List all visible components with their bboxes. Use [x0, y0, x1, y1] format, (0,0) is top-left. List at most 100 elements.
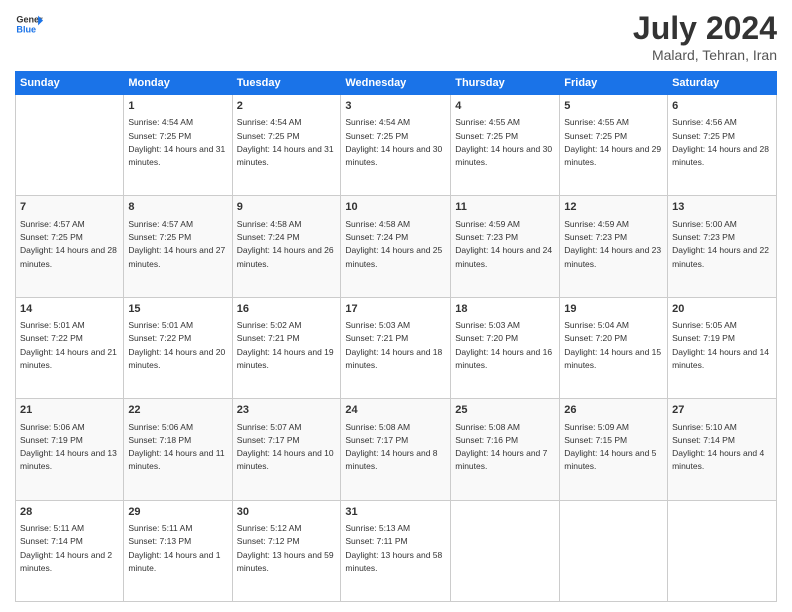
cell-info: Sunrise: 5:08 AMSunset: 7:17 PMDaylight:…: [345, 422, 437, 472]
calendar-cell: [451, 500, 560, 601]
cell-info: Sunrise: 5:01 AMSunset: 7:22 PMDaylight:…: [20, 320, 117, 370]
date-number: 15: [128, 302, 227, 317]
date-number: 18: [455, 302, 555, 317]
cell-info: Sunrise: 5:08 AMSunset: 7:16 PMDaylight:…: [455, 422, 547, 472]
calendar-cell: [668, 500, 777, 601]
date-number: 9: [237, 200, 337, 215]
date-number: 2: [237, 99, 337, 114]
calendar-cell: 23 Sunrise: 5:07 AMSunset: 7:17 PMDayligh…: [232, 399, 341, 500]
date-number: 10: [345, 200, 446, 215]
calendar-week-row: 14Sunrise: 5:01 AMSunset: 7:22 PMDayligh…: [16, 297, 777, 398]
date-number: 25: [455, 403, 555, 418]
cell-info: Sunrise: 5:04 AMSunset: 7:20 PMDaylight:…: [564, 320, 661, 370]
calendar-cell: 31 Sunrise: 5:13 AMSunset: 7:11 PMDayligh…: [341, 500, 451, 601]
cell-info: Sunrise: 5:05 AMSunset: 7:19 PMDaylight:…: [672, 320, 769, 370]
calendar-cell: 12 Sunrise: 4:59 AMSunset: 7:23 PMDayligh…: [560, 196, 668, 297]
calendar-cell: 18 Sunrise: 5:03 AMSunset: 7:20 PMDayligh…: [451, 297, 560, 398]
date-number: 3: [345, 99, 446, 114]
date-number: 17: [345, 302, 446, 317]
calendar-cell: 6Sunrise: 4:56 AMSunset: 7:25 PMDaylight…: [668, 95, 777, 196]
title-block: July 2024 Malard, Tehran, Iran: [633, 10, 777, 63]
date-number: 5: [564, 99, 663, 114]
date-number: 26: [564, 403, 663, 418]
date-number: 30: [237, 505, 337, 520]
calendar-cell: 19 Sunrise: 5:04 AMSunset: 7:20 PMDayligh…: [560, 297, 668, 398]
date-number: 13: [672, 200, 772, 215]
calendar-cell: 15 Sunrise: 5:01 AMSunset: 7:22 PMDayligh…: [124, 297, 232, 398]
cell-info: Sunrise: 5:01 AMSunset: 7:22 PMDaylight:…: [128, 320, 225, 370]
cell-info: Sunrise: 4:59 AMSunset: 7:23 PMDaylight:…: [564, 219, 661, 269]
calendar-cell: 16 Sunrise: 5:02 AMSunset: 7:21 PMDayligh…: [232, 297, 341, 398]
cell-info: Sunrise: 5:10 AMSunset: 7:14 PMDaylight:…: [672, 422, 764, 472]
date-number: 11: [455, 200, 555, 215]
weekday-header: Thursday: [451, 72, 560, 95]
calendar-cell: 1Sunrise: 4:54 AMSunset: 7:25 PMDaylight…: [124, 95, 232, 196]
calendar-week-row: 21 Sunrise: 5:06 AMSunset: 7:19 PMDayligh…: [16, 399, 777, 500]
cell-info: Sunrise: 5:11 AMSunset: 7:13 PMDaylight:…: [128, 523, 220, 573]
weekday-header: Sunday: [16, 72, 124, 95]
cell-info: Sunrise: 5:06 AMSunset: 7:19 PMDaylight:…: [20, 422, 117, 472]
cell-info: Sunrise: 4:57 AMSunset: 7:25 PMDaylight:…: [128, 219, 225, 269]
date-number: 1: [128, 99, 227, 114]
calendar-cell: 27Sunrise: 5:10 AMSunset: 7:14 PMDayligh…: [668, 399, 777, 500]
calendar-cell: 20 Sunrise: 5:05 AMSunset: 7:19 PMDayligh…: [668, 297, 777, 398]
cell-info: Sunrise: 4:57 AMSunset: 7:25 PMDaylight:…: [20, 219, 117, 269]
calendar-cell: 28 Sunrise: 5:11 AMSunset: 7:14 PMDayligh…: [16, 500, 124, 601]
date-number: 8: [128, 200, 227, 215]
calendar-cell: [560, 500, 668, 601]
date-number: 7: [20, 200, 119, 215]
calendar-week-row: 7 Sunrise: 4:57 AMSunset: 7:25 PMDaylight…: [16, 196, 777, 297]
calendar-cell: 5Sunrise: 4:55 AMSunset: 7:25 PMDaylight…: [560, 95, 668, 196]
calendar-table: SundayMondayTuesdayWednesdayThursdayFrid…: [15, 71, 777, 602]
calendar-cell: 8 Sunrise: 4:57 AMSunset: 7:25 PMDaylight…: [124, 196, 232, 297]
location: Malard, Tehran, Iran: [633, 47, 777, 63]
date-number: 12: [564, 200, 663, 215]
calendar-cell: 2 Sunrise: 4:54 AMSunset: 7:25 PMDaylight…: [232, 95, 341, 196]
header: General Blue July 2024 Malard, Tehran, I…: [15, 10, 777, 63]
calendar-week-row: 28 Sunrise: 5:11 AMSunset: 7:14 PMDayligh…: [16, 500, 777, 601]
weekday-header: Saturday: [668, 72, 777, 95]
calendar-cell: 4Sunrise: 4:55 AMSunset: 7:25 PMDaylight…: [451, 95, 560, 196]
weekday-header: Friday: [560, 72, 668, 95]
date-number: 31: [345, 505, 446, 520]
calendar-cell: 21 Sunrise: 5:06 AMSunset: 7:19 PMDayligh…: [16, 399, 124, 500]
logo: General Blue: [15, 10, 43, 38]
date-number: 23: [237, 403, 337, 418]
date-number: 19: [564, 302, 663, 317]
date-number: 20: [672, 302, 772, 317]
calendar-cell: 14Sunrise: 5:01 AMSunset: 7:22 PMDayligh…: [16, 297, 124, 398]
calendar-cell: 17 Sunrise: 5:03 AMSunset: 7:21 PMDayligh…: [341, 297, 451, 398]
date-number: 16: [237, 302, 337, 317]
cell-info: Sunrise: 5:07 AMSunset: 7:17 PMDaylight:…: [237, 422, 334, 472]
cell-info: Sunrise: 5:02 AMSunset: 7:21 PMDaylight:…: [237, 320, 334, 370]
date-number: 22: [128, 403, 227, 418]
calendar-cell: 7 Sunrise: 4:57 AMSunset: 7:25 PMDaylight…: [16, 196, 124, 297]
date-number: 24: [345, 403, 446, 418]
calendar-cell: 25 Sunrise: 5:08 AMSunset: 7:16 PMDayligh…: [451, 399, 560, 500]
cell-info: Sunrise: 4:54 AMSunset: 7:25 PMDaylight:…: [345, 117, 442, 167]
cell-info: Sunrise: 5:03 AMSunset: 7:21 PMDaylight:…: [345, 320, 442, 370]
calendar-cell: 26 Sunrise: 5:09 AMSunset: 7:15 PMDayligh…: [560, 399, 668, 500]
calendar-cell: 30Sunrise: 5:12 AMSunset: 7:12 PMDayligh…: [232, 500, 341, 601]
calendar-cell: 13Sunrise: 5:00 AMSunset: 7:23 PMDayligh…: [668, 196, 777, 297]
cell-info: Sunrise: 5:11 AMSunset: 7:14 PMDaylight:…: [20, 523, 112, 573]
cell-info: Sunrise: 5:06 AMSunset: 7:18 PMDaylight:…: [128, 422, 224, 472]
calendar-cell: 11 Sunrise: 4:59 AMSunset: 7:23 PMDayligh…: [451, 196, 560, 297]
date-number: 21: [20, 403, 119, 418]
calendar-cell: 24 Sunrise: 5:08 AMSunset: 7:17 PMDayligh…: [341, 399, 451, 500]
calendar-week-row: 1 Sunrise: 4:54 AMSunset: 7:25 PMDaylight…: [16, 95, 777, 196]
cell-info: Sunrise: 5:13 AMSunset: 7:11 PMDaylight:…: [345, 523, 442, 573]
logo-icon: General Blue: [15, 10, 43, 38]
calendar-cell: 29Sunrise: 5:11 AMSunset: 7:13 PMDayligh…: [124, 500, 232, 601]
date-number: 6: [672, 99, 772, 114]
cell-info: Sunrise: 4:59 AMSunset: 7:23 PMDaylight:…: [455, 219, 552, 269]
date-number: 28: [20, 505, 119, 520]
cell-info: Sunrise: 5:09 AMSunset: 7:15 PMDaylight:…: [564, 422, 656, 472]
cell-info: Sunrise: 4:55 AMSunset: 7:25 PMDaylight:…: [455, 117, 552, 167]
calendar-cell: 3 Sunrise: 4:54 AMSunset: 7:25 PMDaylight…: [341, 95, 451, 196]
cell-info: Sunrise: 4:58 AMSunset: 7:24 PMDaylight:…: [345, 219, 442, 269]
weekday-header: Tuesday: [232, 72, 341, 95]
calendar-cell: 10 Sunrise: 4:58 AMSunset: 7:24 PMDayligh…: [341, 196, 451, 297]
cell-info: Sunrise: 5:03 AMSunset: 7:20 PMDaylight:…: [455, 320, 552, 370]
cell-info: Sunrise: 4:54 AMSunset: 7:25 PMDaylight:…: [237, 117, 334, 167]
